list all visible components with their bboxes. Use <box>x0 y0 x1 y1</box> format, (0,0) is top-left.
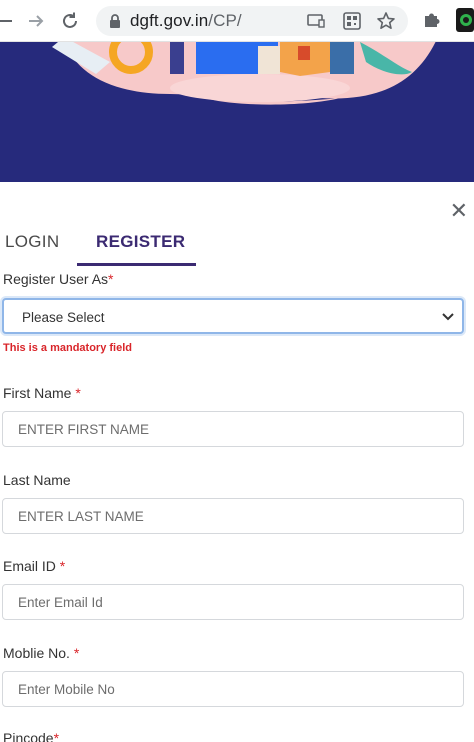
register-panel: ✕ LOGIN REGISTER Register User As* Pleas… <box>0 182 474 742</box>
browser-toolbar: dgft.gov.in/CP/ <box>0 0 474 42</box>
forward-icon[interactable] <box>24 9 48 33</box>
extensions-puzzle-icon[interactable] <box>422 10 442 35</box>
chevron-down-icon <box>441 309 455 328</box>
register-user-as-label: Register User As* <box>3 271 114 287</box>
tab-login[interactable]: LOGIN <box>5 232 59 252</box>
cast-icon[interactable] <box>306 11 326 31</box>
back-icon[interactable] <box>0 9 16 33</box>
qr-code-icon[interactable] <box>342 11 362 31</box>
reload-icon[interactable] <box>58 9 82 33</box>
tab-register[interactable]: REGISTER <box>96 232 185 252</box>
last-name-placeholder: ENTER LAST NAME <box>18 509 144 524</box>
first-name-label: First Name * <box>3 385 81 401</box>
first-name-label-text: First Name <box>3 385 76 401</box>
close-icon[interactable]: ✕ <box>450 200 468 222</box>
register-user-as-select[interactable]: Please Select <box>2 298 464 334</box>
bookmark-star-icon[interactable] <box>376 11 396 31</box>
active-tab-indicator <box>77 263 196 266</box>
lock-icon <box>108 13 122 34</box>
last-name-label: Last Name <box>3 472 71 488</box>
required-mark: * <box>73 645 80 661</box>
url-path: /CP/ <box>208 11 242 30</box>
register-user-as-label-text: Register User As <box>3 271 109 287</box>
address-bar[interactable]: dgft.gov.in/CP/ <box>96 6 408 36</box>
first-name-placeholder: ENTER FIRST NAME <box>18 422 150 437</box>
required-mark: * <box>53 730 60 742</box>
extension-icon[interactable] <box>456 8 474 37</box>
pincode-label: Pincode* <box>3 730 59 742</box>
hero-illustration <box>52 42 436 105</box>
mobile-label-text: Moblie No. <box>3 645 74 661</box>
email-input[interactable]: Enter Email Id <box>2 584 464 620</box>
register-user-as-value: Please Select <box>22 310 105 325</box>
mobile-input[interactable]: Enter Mobile No <box>2 671 464 707</box>
required-mark: * <box>59 558 66 574</box>
email-label-text: Email ID <box>3 558 60 574</box>
email-placeholder: Enter Email Id <box>18 595 103 610</box>
mobile-placeholder: Enter Mobile No <box>18 682 115 697</box>
mandatory-field-error: This is a mandatory field <box>3 342 132 354</box>
email-label: Email ID * <box>3 558 65 574</box>
address-url: dgft.gov.in/CP/ <box>130 11 242 31</box>
mobile-label: Moblie No. * <box>3 645 79 661</box>
required-mark: * <box>75 385 81 401</box>
first-name-input[interactable]: ENTER FIRST NAME <box>2 411 464 447</box>
last-name-input[interactable]: ENTER LAST NAME <box>2 498 464 534</box>
pincode-label-text: Pincode <box>3 730 54 742</box>
required-mark: * <box>108 271 114 287</box>
url-domain: dgft.gov.in <box>130 11 209 30</box>
hero-banner <box>0 42 474 182</box>
